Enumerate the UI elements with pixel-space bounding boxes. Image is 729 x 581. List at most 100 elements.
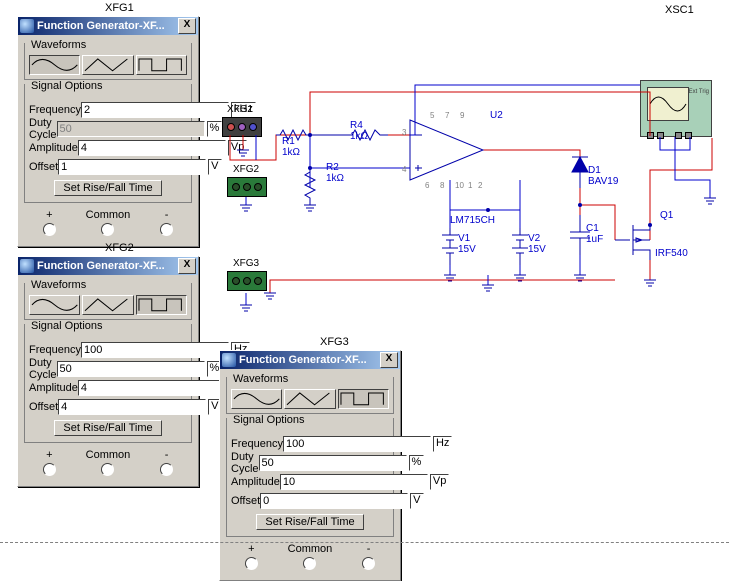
svg-text:7: 7 bbox=[445, 111, 450, 120]
plus-label: + bbox=[46, 209, 52, 221]
xfg1-titlebar[interactable]: Function Generator-XF... X bbox=[18, 17, 198, 35]
waveforms-group: Waveforms bbox=[24, 283, 192, 320]
duty-label: Duty Cycle bbox=[29, 117, 57, 141]
signal-options-group: Signal Options FrequencyHz Duty Cycle% A… bbox=[24, 324, 192, 443]
offset-label: Offset bbox=[29, 401, 58, 413]
amp-input[interactable] bbox=[78, 380, 226, 396]
amp-unit[interactable]: Vp bbox=[430, 474, 449, 490]
duty-input[interactable] bbox=[57, 361, 205, 377]
common-label: Common bbox=[86, 209, 131, 221]
rise-fall-button[interactable]: Set Rise/Fall Time bbox=[256, 514, 363, 530]
duty-label: Duty Cycle bbox=[29, 357, 57, 381]
duty-input[interactable] bbox=[259, 455, 407, 471]
app-icon bbox=[20, 19, 34, 33]
waveforms-legend: Waveforms bbox=[29, 39, 88, 51]
close-button[interactable]: X bbox=[380, 352, 398, 368]
square-wave-button[interactable] bbox=[136, 55, 187, 75]
page-divider bbox=[0, 542, 729, 543]
freq-label: Frequency bbox=[29, 344, 81, 356]
svg-text:1: 1 bbox=[468, 181, 473, 190]
rise-fall-button[interactable]: Set Rise/Fall Time bbox=[54, 420, 161, 436]
minus-terminal[interactable] bbox=[160, 463, 173, 476]
waveforms-group: Waveforms bbox=[24, 43, 192, 80]
square-wave-button[interactable] bbox=[338, 389, 389, 409]
xfg1-label: XFG1 bbox=[105, 2, 134, 14]
duty-unit[interactable]: % bbox=[409, 455, 425, 471]
minus-terminal[interactable] bbox=[362, 557, 375, 570]
offset-input[interactable] bbox=[260, 493, 408, 509]
waveforms-legend: Waveforms bbox=[29, 279, 88, 291]
freq-input[interactable] bbox=[283, 436, 431, 452]
amp-label: Amplitude bbox=[29, 382, 78, 394]
xfg2-titlebar[interactable]: Function Generator-XF... X bbox=[18, 257, 198, 275]
amp-input[interactable] bbox=[78, 140, 226, 156]
svg-text:10: 10 bbox=[455, 181, 464, 190]
xfg3-title: Function Generator-XF... bbox=[239, 354, 380, 366]
svg-text:2: 2 bbox=[478, 181, 483, 190]
schematic-svg: 3 4 5 7 6 8 10 1 2 9 bbox=[210, 80, 720, 340]
xfg2-window: Function Generator-XF... X Waveforms Sig… bbox=[17, 256, 199, 487]
common-terminal[interactable] bbox=[101, 223, 114, 236]
svg-text:6: 6 bbox=[425, 181, 430, 190]
svg-text:4: 4 bbox=[402, 165, 407, 174]
schematic-canvas[interactable]: XFG1 XFG2 XFG3 XSC1 R1 1kΩ R2 1kΩ R4 1kΩ… bbox=[210, 80, 720, 350]
rise-fall-button[interactable]: Set Rise/Fall Time bbox=[54, 180, 161, 196]
offset-label: Offset bbox=[29, 161, 58, 173]
common-label: Common bbox=[288, 543, 333, 555]
sine-wave-button[interactable] bbox=[29, 295, 80, 315]
amp-label: Amplitude bbox=[29, 142, 78, 154]
freq-input[interactable] bbox=[81, 342, 229, 358]
common-label: Common bbox=[86, 449, 131, 461]
duty-label: Duty Cycle bbox=[231, 451, 259, 475]
offset-label: Offset bbox=[231, 495, 260, 507]
close-button[interactable]: X bbox=[178, 18, 196, 34]
waveforms-legend: Waveforms bbox=[231, 373, 290, 385]
xfg2-label: XFG2 bbox=[105, 242, 134, 254]
offset-input[interactable] bbox=[58, 159, 206, 175]
xfg2-title: Function Generator-XF... bbox=[37, 260, 178, 272]
sine-wave-button[interactable] bbox=[231, 389, 282, 409]
triangle-wave-button[interactable] bbox=[82, 55, 133, 75]
plus-terminal[interactable] bbox=[43, 223, 56, 236]
svg-text:8: 8 bbox=[440, 181, 445, 190]
plus-label: + bbox=[248, 543, 254, 555]
plus-terminal[interactable] bbox=[43, 463, 56, 476]
signal-options-group: Signal Options FrequencyHz Duty Cycle% A… bbox=[226, 418, 394, 537]
freq-unit[interactable]: Hz bbox=[433, 436, 452, 452]
triangle-wave-button[interactable] bbox=[82, 295, 133, 315]
minus-label: - bbox=[165, 449, 169, 461]
offset-unit[interactable]: V bbox=[410, 493, 423, 509]
common-terminal[interactable] bbox=[101, 463, 114, 476]
xfg1-title: Function Generator-XF... bbox=[37, 20, 178, 32]
xsc1-label: XSC1 bbox=[665, 4, 694, 16]
xfg3-window: Function Generator-XF... X Waveforms Sig… bbox=[219, 350, 401, 581]
app-icon bbox=[20, 259, 34, 273]
svg-text:5: 5 bbox=[430, 111, 435, 120]
xfg3-titlebar[interactable]: Function Generator-XF... X bbox=[220, 351, 400, 369]
close-button[interactable]: X bbox=[178, 258, 196, 274]
svg-text:9: 9 bbox=[460, 111, 465, 120]
minus-label: - bbox=[367, 543, 371, 555]
amp-label: Amplitude bbox=[231, 476, 280, 488]
signal-options-legend: Signal Options bbox=[29, 80, 105, 92]
svg-text:3: 3 bbox=[402, 128, 407, 137]
plus-label: + bbox=[46, 449, 52, 461]
freq-label: Frequency bbox=[29, 104, 81, 116]
common-terminal[interactable] bbox=[303, 557, 316, 570]
waveforms-group: Waveforms bbox=[226, 377, 394, 414]
freq-input[interactable] bbox=[81, 102, 229, 118]
minus-terminal[interactable] bbox=[160, 223, 173, 236]
offset-input[interactable] bbox=[58, 399, 206, 415]
minus-label: - bbox=[165, 209, 169, 221]
signal-options-legend: Signal Options bbox=[29, 320, 105, 332]
square-wave-button[interactable] bbox=[136, 295, 187, 315]
triangle-wave-button[interactable] bbox=[284, 389, 335, 409]
amp-input[interactable] bbox=[280, 474, 428, 490]
plus-terminal[interactable] bbox=[245, 557, 258, 570]
xfg1-window: Function Generator-XF... X Waveforms Sig… bbox=[17, 16, 199, 247]
signal-options-legend: Signal Options bbox=[231, 414, 307, 426]
signal-options-group: Signal Options FrequencykHz Duty Cycle% … bbox=[24, 84, 192, 203]
duty-input bbox=[57, 121, 205, 137]
sine-wave-button[interactable] bbox=[29, 55, 80, 75]
freq-label: Frequency bbox=[231, 438, 283, 450]
